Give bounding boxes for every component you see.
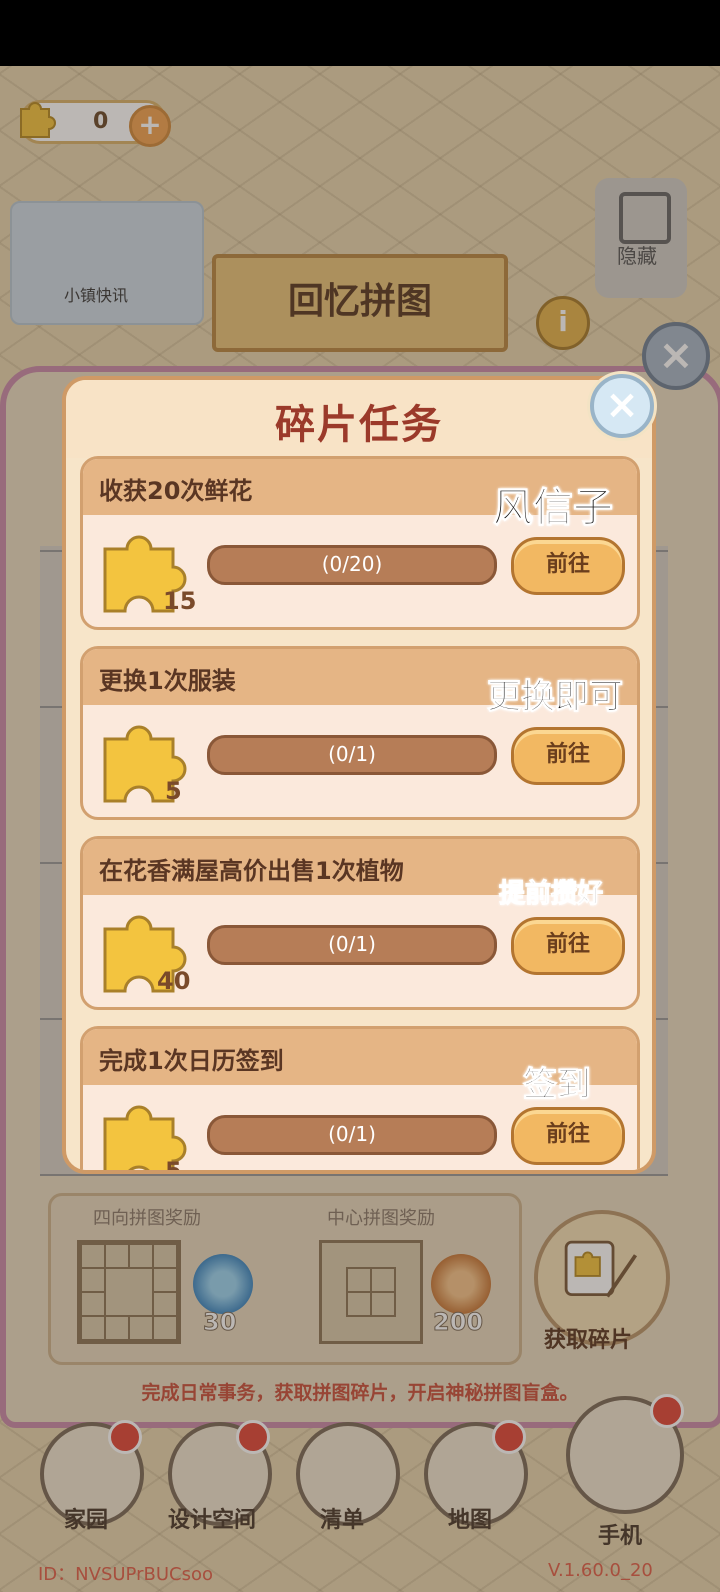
progress-bar: (0/20) <box>207 545 497 585</box>
go-button[interactable]: 前往 <box>511 537 625 595</box>
go-button-label: 前往 <box>545 552 590 577</box>
modal-close-button[interactable]: × <box>590 374 654 438</box>
task-card: 在花香满屋高价出售1次植物 40 (0/1) 前往 提前攒好 <box>80 836 640 1010</box>
task-name: 完成1次日历签到 <box>99 1047 284 1075</box>
go-button-label: 前往 <box>545 1122 590 1147</box>
task-name: 收获20次鲜花 <box>99 477 253 505</box>
game-screen: 0 + 小镇快讯 隐藏 回忆拼图 i × 四向拼图奖励 中心拼图奖励 30 20… <box>0 66 720 1592</box>
task-card: 更换1次服装 5 (0/1) 前往 更换即可 <box>80 646 640 820</box>
task-card: 完成1次日历签到 5 (0/1) 前往 签到 <box>80 1026 640 1174</box>
go-button[interactable]: 前往 <box>511 917 625 975</box>
progress-bar: (0/1) <box>207 735 497 775</box>
task-reward: 40 <box>157 967 191 995</box>
go-button-label: 前往 <box>545 932 590 957</box>
task-reward: 5 <box>165 1157 182 1174</box>
modal-title: 碎片任务 <box>275 402 443 448</box>
go-button-label: 前往 <box>545 742 590 767</box>
task-card: 收获20次鲜花 15 (0/20) 前往 风信子 <box>80 456 640 630</box>
handwritten-note: 更换即可 <box>487 677 624 718</box>
progress-text: (0/20) <box>321 552 383 576</box>
go-button[interactable]: 前往 <box>511 727 625 785</box>
task-reward: 5 <box>165 777 182 805</box>
handwritten-note: 提前攒好 <box>498 879 604 910</box>
task-name: 更换1次服装 <box>99 667 236 695</box>
task-reward: 15 <box>163 587 197 615</box>
modal-header: 碎片任务 <box>66 380 652 458</box>
progress-text: (0/1) <box>328 932 376 956</box>
handwritten-note: 风信子 <box>493 485 614 532</box>
progress-bar: (0/1) <box>207 925 497 965</box>
go-button[interactable]: 前往 <box>511 1107 625 1165</box>
task-name: 在花香满屋高价出售1次植物 <box>99 857 404 885</box>
fragment-task-modal: 碎片任务 收获20次鲜花 15 (0/20) 前往 风信子 更换1次服装 5 (… <box>62 376 656 1174</box>
progress-bar: (0/1) <box>207 1115 497 1155</box>
progress-text: (0/1) <box>328 742 376 766</box>
progress-text: (0/1) <box>328 1122 376 1146</box>
handwritten-note: 签到 <box>523 1065 592 1106</box>
